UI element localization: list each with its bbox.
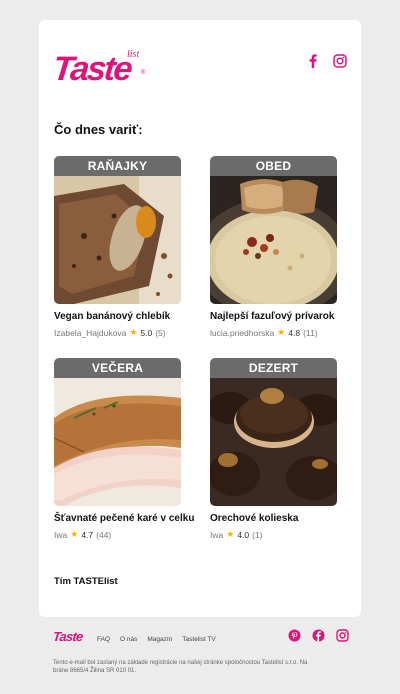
facebook-icon[interactable] <box>306 53 320 69</box>
footer-link-faq[interactable]: FAQ <box>97 636 110 643</box>
recipe-meta: Iwa ★ 4.7 (44) <box>54 529 181 540</box>
footer-social-links <box>288 629 349 642</box>
recipe-title[interactable]: Vegan banánový chlebík <box>54 311 181 322</box>
recipe-rating: 4.8 <box>288 327 301 338</box>
recipe-review-count: (44) <box>96 529 112 540</box>
recipe-review-count: (11) <box>303 327 318 338</box>
recipe-image[interactable]: OBED <box>210 156 337 304</box>
recipe-title[interactable]: Šťavnaté pečené karé v celku <box>54 513 194 524</box>
recipe-card[interactable]: VEČERA Šťavnaté pečené karé v celku Iwa … <box>54 358 194 540</box>
category-badge: RAŇAJKY <box>54 156 181 176</box>
recipe-image[interactable]: VEČERA <box>54 358 181 506</box>
tastelist-logo[interactable]: Taste list ® <box>51 49 147 88</box>
bean-stew-photo <box>210 176 337 304</box>
recipe-meta: Izabela_Hajdukova ★ 5.0 (5) <box>54 327 181 338</box>
email-card: Taste list ® Čo dnes variť: RAŇAJKY Vega… <box>39 20 361 617</box>
category-badge: VEČERA <box>54 358 181 378</box>
recipe-title[interactable]: Najlepší fazuľový prívarok <box>210 311 337 322</box>
recipe-author: lucia.priedhorska <box>210 327 275 338</box>
star-icon: ★ <box>277 327 286 337</box>
recipe-image[interactable]: RAŇAJKY <box>54 156 181 304</box>
category-badge: DEZERT <box>210 358 337 378</box>
star-icon: ★ <box>70 529 79 539</box>
facebook-icon[interactable] <box>312 629 325 642</box>
footer-nav: FAQ O nás Magazín Tastelist TV <box>97 636 216 643</box>
footer-logo[interactable]: Taste <box>52 629 83 644</box>
page-heading: Čo dnes variť: <box>54 122 143 137</box>
recipe-image[interactable]: DEZERT <box>210 358 337 506</box>
star-icon: ★ <box>129 327 138 337</box>
footer-legal-note: Tento e-mail bol zaslaný na základe regi… <box>53 660 308 674</box>
recipe-rating: 4.0 <box>237 529 250 540</box>
footer-link-magazine[interactable]: Magazín <box>147 636 172 643</box>
recipe-title[interactable]: Orechové kolieska <box>210 513 337 524</box>
instagram-icon[interactable] <box>333 53 347 69</box>
recipe-card[interactable]: RAŇAJKY Vegan banánový chlebík Izabela_H… <box>54 156 181 338</box>
pinterest-icon[interactable] <box>288 629 301 642</box>
recipe-author: Iwa <box>210 529 224 540</box>
logo-wordmark: Taste <box>51 50 133 88</box>
recipe-card[interactable]: DEZERT Orechové kolieska Iwa ★ 4.0 (1) <box>210 358 337 540</box>
footer-link-about[interactable]: O nás <box>120 636 137 643</box>
footer-link-tv[interactable]: Tastelist TV <box>182 636 215 643</box>
recipe-author: Izabela_Hajdukova <box>54 327 127 338</box>
roast-pork-photo <box>54 378 181 506</box>
recipe-card[interactable]: OBED Najlepší fazuľový prívarok lucia.pr… <box>210 156 337 338</box>
category-badge: OBED <box>210 156 337 176</box>
recipe-meta: lucia.priedhorska ★ 4.8 (11) <box>210 327 337 338</box>
logo-registered-mark: ® <box>141 70 146 76</box>
recipe-review-count: (5) <box>155 327 166 338</box>
recipe-author: Iwa <box>54 529 68 540</box>
signoff: Tím TASTElist <box>54 576 118 587</box>
recipe-meta: Iwa ★ 4.0 (1) <box>210 529 337 540</box>
recipe-review-count: (1) <box>252 529 263 540</box>
logo-suffix: list <box>127 49 140 60</box>
header-social-links <box>306 53 347 69</box>
recipe-rating: 4.7 <box>81 529 94 540</box>
recipe-rating: 5.0 <box>140 327 153 338</box>
walnut-cookies-photo <box>210 378 337 506</box>
instagram-icon[interactable] <box>336 629 349 642</box>
star-icon: ★ <box>226 529 235 539</box>
banana-bread-photo <box>54 176 181 304</box>
